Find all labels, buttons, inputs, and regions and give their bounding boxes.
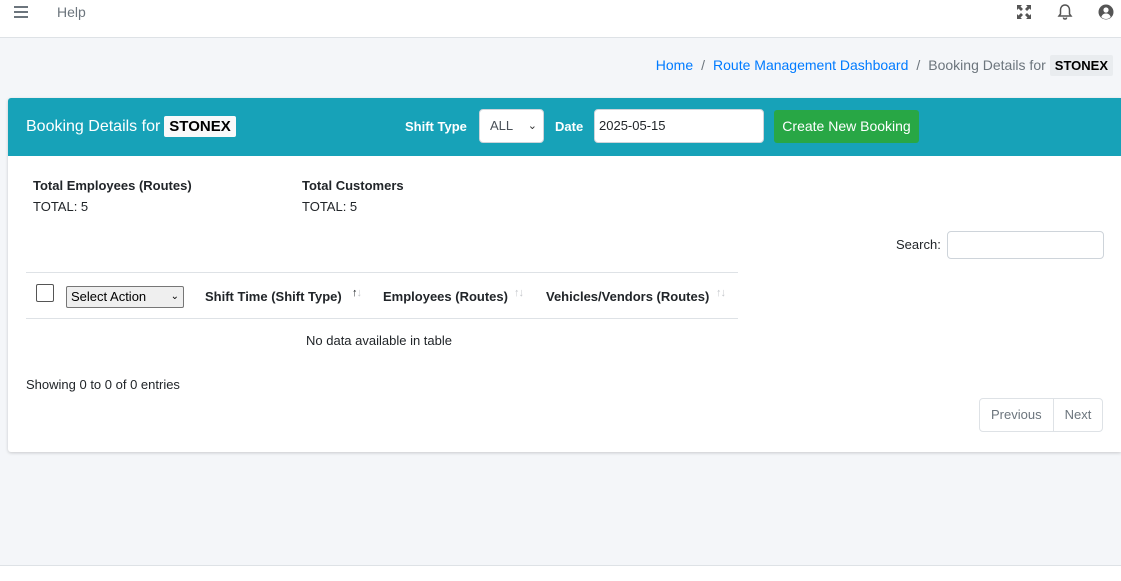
footer xyxy=(0,565,1121,581)
booking-details-card: Booking Details for STONEX Shift Type AL… xyxy=(8,98,1121,452)
table-info: Showing 0 to 0 of 0 entries xyxy=(26,377,180,392)
search-label: Search: xyxy=(896,237,941,252)
create-new-booking-button[interactable]: Create New Booking xyxy=(774,110,919,143)
help-link[interactable]: Help xyxy=(57,4,86,20)
chevron-down-icon: ⌄ xyxy=(170,291,179,302)
table-header-row: Select Action ⌄ Shift Time (Shift Type) … xyxy=(26,272,738,319)
card-header: Booking Details for STONEX Shift Type AL… xyxy=(8,98,1121,156)
breadcrumb-dashboard[interactable]: Route Management Dashboard xyxy=(713,57,908,73)
fullscreen-icon[interactable] xyxy=(1015,3,1033,21)
sort-icon[interactable]: ↑↓ xyxy=(352,287,362,299)
menu-icon[interactable] xyxy=(14,4,30,20)
table-empty-message: No data available in table xyxy=(306,333,452,348)
shift-type-select[interactable]: ALL ⌄ xyxy=(479,109,544,143)
date-input[interactable]: 2025-05-15 xyxy=(594,109,764,143)
sort-icon[interactable]: ↑↓ xyxy=(716,287,726,299)
chevron-down-icon: ⌄ xyxy=(527,120,537,132)
user-icon[interactable] xyxy=(1097,3,1115,21)
card-title: Booking Details for STONEX xyxy=(26,116,236,137)
top-navbar: Help xyxy=(0,0,1121,38)
total-employees-value: TOTAL: 5 xyxy=(33,199,89,214)
breadcrumb-separator: / xyxy=(916,57,921,73)
total-customers-title: Total Customers xyxy=(302,178,404,193)
search-input[interactable] xyxy=(947,231,1104,259)
column-header-employees[interactable]: Employees (Routes) xyxy=(383,289,508,304)
breadcrumb-company-badge: STONEX xyxy=(1049,54,1113,76)
total-customers-value: TOTAL: 5 xyxy=(302,199,358,214)
breadcrumb-separator: / xyxy=(701,57,706,73)
column-header-shift-time[interactable]: Shift Time (Shift Type) xyxy=(205,289,342,304)
company-badge: STONEX xyxy=(164,116,236,137)
column-header-vehicles-vendors[interactable]: Vehicles/Vendors (Routes) xyxy=(546,289,709,304)
select-action-value: Select Action xyxy=(71,289,147,304)
pagination: Previous Next xyxy=(979,398,1104,432)
breadcrumb-current: Booking Details for xyxy=(928,57,1046,73)
card-title-text: Booking Details for xyxy=(26,117,161,135)
total-employees-title: Total Employees (Routes) xyxy=(33,178,192,193)
previous-button[interactable]: Previous xyxy=(980,399,1053,431)
select-all-checkbox[interactable] xyxy=(36,284,54,302)
select-action-dropdown[interactable]: Select Action ⌄ xyxy=(66,286,184,308)
date-label: Date xyxy=(555,119,584,134)
next-button[interactable]: Next xyxy=(1052,399,1103,431)
breadcrumb-home[interactable]: Home xyxy=(656,57,693,73)
shift-type-label: Shift Type xyxy=(405,119,467,134)
shift-type-value: ALL xyxy=(490,118,514,133)
bell-icon[interactable] xyxy=(1056,3,1074,21)
sort-icon[interactable]: ↑↓ xyxy=(514,287,524,299)
breadcrumb: Home / Route Management Dashboard / Book… xyxy=(656,54,1113,76)
